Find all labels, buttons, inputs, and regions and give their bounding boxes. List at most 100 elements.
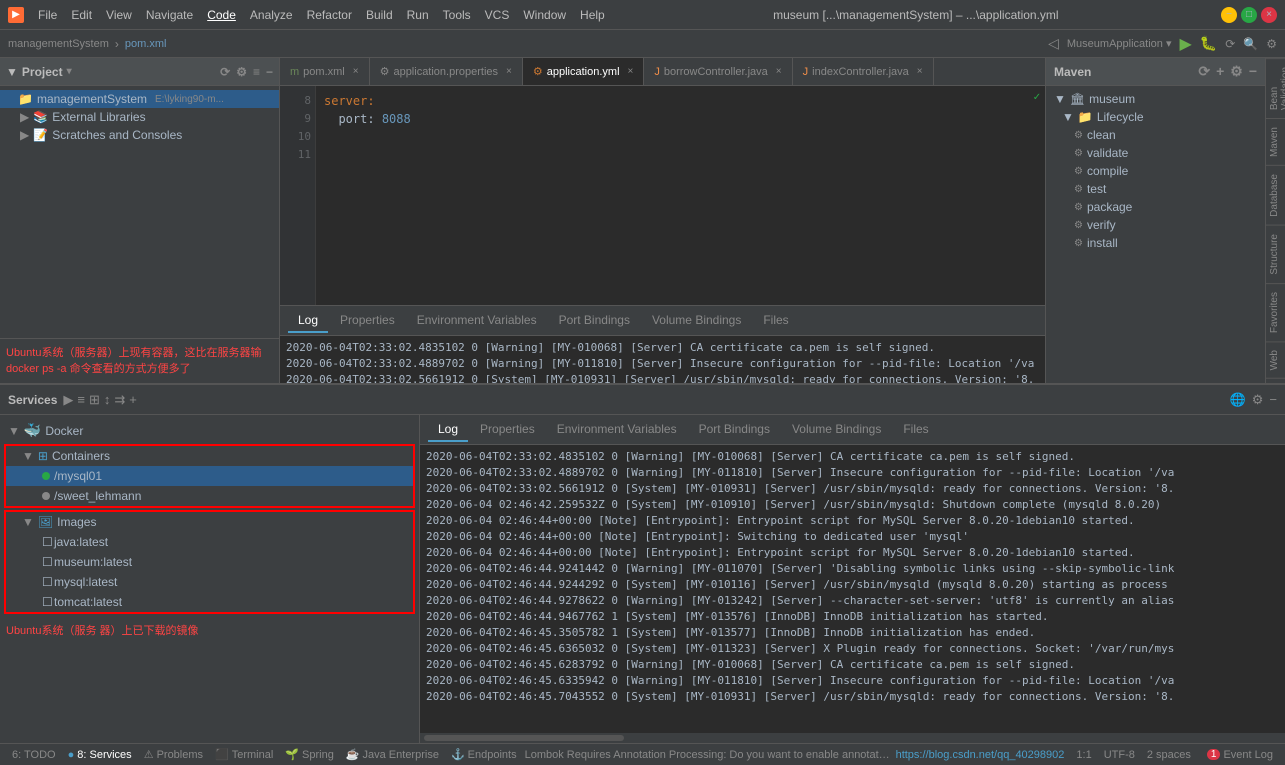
spring-item[interactable]: 🌱 Spring [281, 748, 338, 761]
services-add-icon[interactable]: + [129, 392, 137, 407]
svc-image-museum[interactable]: ☐ museum:latest [6, 552, 413, 572]
svc-docker-root[interactable]: ▼ 🐳 Docker [0, 419, 419, 442]
services-expand-icon[interactable]: ⇉ [114, 392, 125, 408]
tab-borrow-ctrl[interactable]: J borrowController.java × [644, 58, 792, 86]
database-tab[interactable]: Database [1266, 165, 1285, 225]
log-tab-properties[interactable]: Properties [330, 309, 405, 333]
todo-item[interactable]: 6: TODO [8, 749, 60, 761]
svc-image-mysql[interactable]: ☐ mysql:latest [6, 572, 413, 592]
maven-validate[interactable]: ⚙ validate [1046, 144, 1265, 162]
tree-item-root[interactable]: 📁 managementSystem E:\lyking90-m... [0, 90, 279, 108]
svc-images-group[interactable]: ▼ 🖼 Images [6, 512, 413, 532]
tree-item-external-libs[interactable]: ▶ 📚 External Libraries [0, 108, 279, 126]
log-tab-files[interactable]: Files [753, 309, 798, 333]
terminal-item[interactable]: ⬛ Terminal [211, 748, 277, 761]
menu-tools[interactable]: Tools [437, 6, 477, 24]
project-minimize-icon[interactable]: − [266, 65, 273, 79]
scrollbar-thumb[interactable] [424, 735, 624, 741]
maven-lifecycle-group[interactable]: ▼ 📁 Lifecycle [1046, 108, 1265, 126]
image-checkbox-museum[interactable]: ☐ [42, 555, 50, 569]
menu-help[interactable]: Help [574, 6, 611, 24]
menu-run[interactable]: Run [401, 6, 435, 24]
maximize-button[interactable]: □ [1241, 7, 1257, 23]
svc-sweet-lehmann[interactable]: /sweet_lehmann [6, 486, 413, 506]
maven-gear-icon[interactable]: ⚙ [1230, 63, 1243, 80]
encoding-indicator[interactable]: UTF-8 [1104, 749, 1135, 761]
svc-tab-volume-bindings[interactable]: Volume Bindings [782, 418, 891, 442]
debug-button[interactable]: 🐛 [1200, 35, 1217, 52]
java-enterprise-item[interactable]: ☕ Java Enterprise [342, 748, 443, 761]
run-button[interactable]: ▶ [1179, 34, 1191, 54]
services-collapse-icon[interactable]: − [1269, 392, 1277, 408]
close-button[interactable]: × [1261, 7, 1277, 23]
minimize-button[interactable]: − [1221, 7, 1237, 23]
image-checkbox-tomcat[interactable]: ☐ [42, 595, 50, 609]
svc-tab-log[interactable]: Log [428, 418, 468, 442]
menu-build[interactable]: Build [360, 6, 399, 24]
menu-view[interactable]: View [100, 6, 138, 24]
menu-code[interactable]: Code [201, 6, 242, 24]
project-settings-icon[interactable]: ≡ [253, 65, 260, 79]
svc-mysql01[interactable]: /mysql01 [6, 466, 413, 486]
structure-tab[interactable]: Structure [1266, 225, 1285, 283]
project-dropdown-icon[interactable]: ▾ [67, 66, 72, 77]
maven-refresh-icon[interactable]: ⟳ [1198, 63, 1210, 80]
maven-minimize-icon[interactable]: − [1249, 63, 1257, 80]
maven-root-museum[interactable]: ▼ 🏛 museum [1046, 90, 1265, 108]
menu-analyze[interactable]: Analyze [244, 6, 299, 24]
settings-icon[interactable]: ⚙ [1266, 37, 1277, 51]
project-expand-icon[interactable]: ▼ [6, 65, 18, 79]
close-yml-tab[interactable]: × [628, 66, 634, 77]
log-content[interactable]: 2020-06-04T02:33:02.4835102 0 [Warning] … [280, 336, 1045, 383]
svc-tab-port-bindings[interactable]: Port Bindings [689, 418, 780, 442]
project-sync-icon[interactable]: ⟳ [220, 65, 230, 79]
services-sort-icon[interactable]: ↕ [104, 392, 111, 407]
position-indicator[interactable]: 1:1 [1076, 749, 1091, 761]
menu-edit[interactable]: Edit [65, 6, 98, 24]
word-book-tab[interactable]: Word Book [1266, 378, 1285, 383]
log-tab-port-bindings[interactable]: Port Bindings [549, 309, 640, 333]
maven-package[interactable]: ⚙ package [1046, 198, 1265, 216]
svc-image-tomcat[interactable]: ☐ tomcat:latest [6, 592, 413, 612]
log-tab-log[interactable]: Log [288, 309, 328, 333]
maven-side-tab[interactable]: Maven [1266, 118, 1285, 165]
svc-log-content[interactable]: 2020-06-04T02:33:02.4835102 0 [Warning] … [420, 445, 1285, 733]
maven-install[interactable]: ⚙ install [1046, 234, 1265, 252]
event-log-item[interactable]: 1 Event Log [1203, 749, 1277, 761]
services-group-icon[interactable]: ≡ [77, 392, 85, 407]
more-run-options[interactable]: ⟳ [1225, 37, 1235, 51]
csdn-url[interactable]: https://blog.csdn.net/qq_40298902 [896, 749, 1065, 761]
close-pom-tab[interactable]: × [353, 66, 359, 77]
log-tab-env-vars[interactable]: Environment Variables [407, 309, 547, 333]
problems-item[interactable]: ⚠ Problems [140, 748, 207, 761]
project-gear-icon[interactable]: ⚙ [236, 65, 247, 79]
tab-app-yml[interactable]: ⚙ application.yml × [523, 58, 644, 86]
endpoints-item[interactable]: ⚓ Endpoints [447, 748, 521, 761]
services-item[interactable]: ● 8: Services [64, 749, 136, 761]
favorites-tab[interactable]: Favorites [1266, 283, 1285, 341]
svc-tab-properties[interactable]: Properties [470, 418, 545, 442]
maven-add-icon[interactable]: + [1216, 63, 1224, 80]
svc-tab-files[interactable]: Files [893, 418, 938, 442]
close-index-tab[interactable]: × [917, 66, 923, 77]
maven-verify[interactable]: ⚙ verify [1046, 216, 1265, 234]
tree-item-scratches[interactable]: ▶ 📝 Scratches and Consoles [0, 126, 279, 144]
search-icon[interactable]: 🔍 [1243, 37, 1258, 51]
services-filter-icon[interactable]: ⊞ [89, 392, 100, 408]
museum-app-dropdown[interactable]: MuseumApplication ▾ [1067, 37, 1172, 50]
breadcrumb-project[interactable]: managementSystem [8, 38, 109, 50]
code-editor[interactable]: server: port: 8088 [316, 86, 1029, 305]
back-arrow-icon[interactable]: ◁ [1048, 35, 1059, 52]
indent-indicator[interactable]: 2 spaces [1147, 749, 1191, 761]
svc-tab-env-vars[interactable]: Environment Variables [547, 418, 687, 442]
menu-refactor[interactable]: Refactor [301, 6, 358, 24]
horizontal-scrollbar[interactable] [420, 733, 1285, 743]
close-borrow-tab[interactable]: × [776, 66, 782, 77]
menu-window[interactable]: Window [517, 6, 572, 24]
tab-index-ctrl[interactable]: J indexController.java × [793, 58, 934, 86]
tab-app-props[interactable]: ⚙ application.properties × [370, 58, 523, 86]
bean-validation-tab[interactable]: Bean Validation [1266, 58, 1285, 118]
services-browser-icon[interactable]: 🌐 [1230, 392, 1246, 408]
maven-test[interactable]: ⚙ test [1046, 180, 1265, 198]
menu-navigate[interactable]: Navigate [140, 6, 199, 24]
